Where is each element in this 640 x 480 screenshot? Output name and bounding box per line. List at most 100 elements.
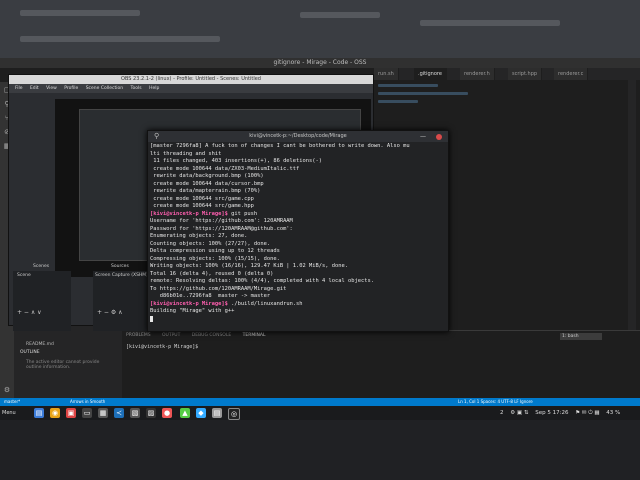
app-icon[interactable]: ◆: [196, 408, 206, 418]
terminal-line: Password for 'https://120AMRAAM@github.c…: [150, 225, 293, 232]
source-item[interactable]: Screen Capture (XSHM): [95, 273, 148, 278]
terminal-window: ⚲ kivi@vincetk-p:~/Desktop/code/Mirage —…: [147, 130, 449, 332]
terminal-line: create mode 100644 data/cursor.bmp: [150, 180, 264, 187]
branch-status[interactable]: master*: [4, 398, 20, 406]
menu-tools[interactable]: Tools: [131, 86, 142, 91]
app-icon[interactable]: ▦: [98, 408, 108, 418]
source-add-button[interactable]: + − ⚙ ∧: [97, 309, 123, 316]
terminal-line: lti threading and shit: [150, 150, 222, 157]
terminal-line: Writing objects: 100% (16/16), 129.47 Ki…: [150, 263, 348, 269]
terminal-line: Building "Mirage" with g++: [150, 308, 235, 314]
outline-header[interactable]: OUTLINE: [20, 350, 40, 355]
terminal-line: create mode 100644 data/ZX03-MediumItali…: [150, 165, 300, 172]
clock[interactable]: Sep 5 17:26: [535, 410, 568, 416]
terminal-line: 11 files changed, 403 insertions(+), 86 …: [150, 158, 323, 164]
app-icon[interactable]: ▣: [66, 408, 76, 418]
battery-status[interactable]: 43 %: [606, 410, 620, 416]
editor-area[interactable]: [374, 80, 640, 136]
editor-tabs: run.sh .gitignore renderer.h script.hpp …: [374, 68, 640, 80]
app-icon[interactable]: ●: [162, 408, 172, 418]
terminal-line: To https://github.com/120AMRAAM/Mirage.g…: [150, 285, 287, 292]
terminal-output[interactable]: [master 7296fa8] A fuck ton of changes I…: [150, 143, 446, 329]
tab-renderer-h[interactable]: renderer.h: [460, 68, 495, 80]
explorer-sidebar: LICENSE README.md OUTLINE The active edi…: [14, 320, 122, 400]
terminal-line: d86b01e..7296fa8 master -> master: [150, 293, 271, 299]
menu-profile[interactable]: Profile: [64, 86, 78, 91]
terminal-select[interactable]: 1: bash: [560, 333, 602, 340]
blurred-text: [20, 10, 140, 16]
menu-scene-collection[interactable]: Scene Collection: [86, 86, 123, 91]
sources-dock: Sources Screen Capture (XSHM) + − ⚙ ∧: [93, 264, 151, 331]
prompt-command: ./build/linuxandrun.sh: [227, 300, 303, 307]
outline-note: The active editor cannot provide outline…: [26, 360, 100, 370]
tab-output[interactable]: OUTPUT: [162, 333, 180, 338]
menu-view[interactable]: View: [46, 86, 57, 91]
menu-help[interactable]: Help: [149, 86, 159, 91]
tab-problems[interactable]: PROBLEMS: [126, 333, 151, 338]
panel-tabs: PROBLEMS OUTPUT DEBUG CONSOLE TERMINAL: [126, 333, 276, 341]
vscode-icon[interactable]: ≺: [114, 408, 124, 418]
menu-file[interactable]: File: [15, 86, 23, 91]
scenes-dock: Scenes Scene + − ∧ ∨: [13, 264, 71, 331]
chrome-icon[interactable]: ◉: [50, 408, 60, 418]
obs-title: OBS 23.2.1-2 (linux) - Profile: Untitled…: [9, 75, 373, 84]
terminal-line: rewrite data/mapterrain.bmp (70%): [150, 188, 261, 194]
tab-run-sh[interactable]: run.sh: [374, 68, 399, 80]
files-app-icon[interactable]: ▤: [34, 408, 44, 418]
terminal-line: Username for 'https://github.com': 120AM…: [150, 218, 293, 224]
status-message: Arrows in Smooth: [70, 399, 106, 404]
terminal-line: create mode 100644 src/game.hpp: [150, 203, 254, 209]
terminal-line: Counting objects: 100% (27/27), done.: [150, 240, 271, 247]
terminal-line: remote: Resolving deltas: 100% (4/4), co…: [150, 278, 374, 284]
start-menu-button[interactable]: Menu: [2, 408, 16, 418]
code-line: [378, 92, 468, 95]
screen-bezel: [0, 420, 640, 480]
scene-item[interactable]: Scene: [17, 273, 31, 278]
tray-icons[interactable]: ⚙ ▣ ⇅: [510, 410, 528, 416]
terminal-prompt-line: [kivi@vincetk-p Mirage]$ git push: [150, 211, 446, 219]
gear-icon[interactable]: ⚙: [3, 386, 11, 394]
tab-script-hpp[interactable]: script.hpp: [508, 68, 543, 80]
terminal-title: kivi@vincetk-p:~/Desktop/code/Mirage: [249, 133, 347, 139]
terminal-line: [150, 315, 446, 324]
obs-icon[interactable]: ◎: [228, 408, 240, 420]
blurred-text: [300, 12, 380, 18]
panel-terminal-prompt[interactable]: [kivi@vincetk-p Mirage]$: [126, 344, 198, 350]
file-readme[interactable]: README.md: [26, 342, 54, 347]
menu-edit[interactable]: Edit: [30, 86, 39, 91]
window-title: gitignore - Mirage - Code - OSS: [0, 58, 640, 68]
tab-renderer-c[interactable]: renderer.c: [554, 68, 589, 80]
tab-gitignore[interactable]: .gitignore: [414, 68, 447, 80]
terminal-cursor: [150, 315, 153, 322]
close-icon[interactable]: [436, 134, 442, 140]
app-icon[interactable]: ▤: [212, 408, 222, 418]
terminal-line: Total 16 (delta 4), reused 0 (delta 0): [150, 270, 274, 277]
tray-icons[interactable]: ⚑ ✉ ⏻ ▦: [575, 410, 599, 416]
code-line: [378, 100, 418, 103]
blurred-text: [20, 36, 220, 42]
tab-debug-console[interactable]: DEBUG CONSOLE: [192, 333, 231, 338]
system-tray: 2 ⚙ ▣ ⇅ Sep 5 17:26 ⚑ ✉ ⏻ ▦ 43 %: [500, 406, 625, 420]
tab-terminal[interactable]: TERMINAL: [243, 333, 266, 338]
app-icon[interactable]: ▨: [146, 408, 156, 418]
app-icon[interactable]: ▧: [130, 408, 140, 418]
minimize-icon[interactable]: —: [420, 133, 426, 140]
cursor-position[interactable]: Ln 1, Col 1 Spaces: 4 UTF-8 LF Ignore: [458, 398, 533, 406]
terminal-line: Delta compression using up to 12 threads: [150, 248, 280, 254]
taskbar: Menu ▤ ◉ ▣ ▭ ▦ ≺ ▧ ▨ ● ▲ ◆ ▤ ◎ 2 ⚙ ▣ ⇅ S…: [0, 406, 640, 420]
app-icon[interactable]: ▲: [180, 408, 190, 418]
terminal-line: create mode 100644 src/game.cpp: [150, 195, 254, 202]
terminal-line: [master 7296fa8] A fuck ton of changes I…: [150, 143, 410, 149]
prompt-command: git push: [227, 210, 258, 217]
terminal-line: Enumerating objects: 27, done.: [150, 233, 248, 239]
terminal-prompt-line: [kivi@vincetk-p Mirage]$ ./build/linuxan…: [150, 301, 446, 309]
blurred-text: [420, 20, 560, 26]
prompt-user: kivi@vincetk-p: [153, 210, 199, 217]
prompt-dir: Mirage]$: [198, 210, 228, 217]
terminal-line: Compressing objects: 100% (15/15), done.: [150, 255, 280, 262]
scene-add-button[interactable]: + − ∧ ∨: [17, 309, 42, 316]
obs-menubar: File Edit View Profile Scene Collection …: [9, 84, 373, 93]
workspace-indicator[interactable]: 2: [500, 410, 504, 416]
prompt-user: kivi@vincetk-p: [153, 300, 199, 307]
terminal-app-icon[interactable]: ▭: [82, 408, 92, 418]
